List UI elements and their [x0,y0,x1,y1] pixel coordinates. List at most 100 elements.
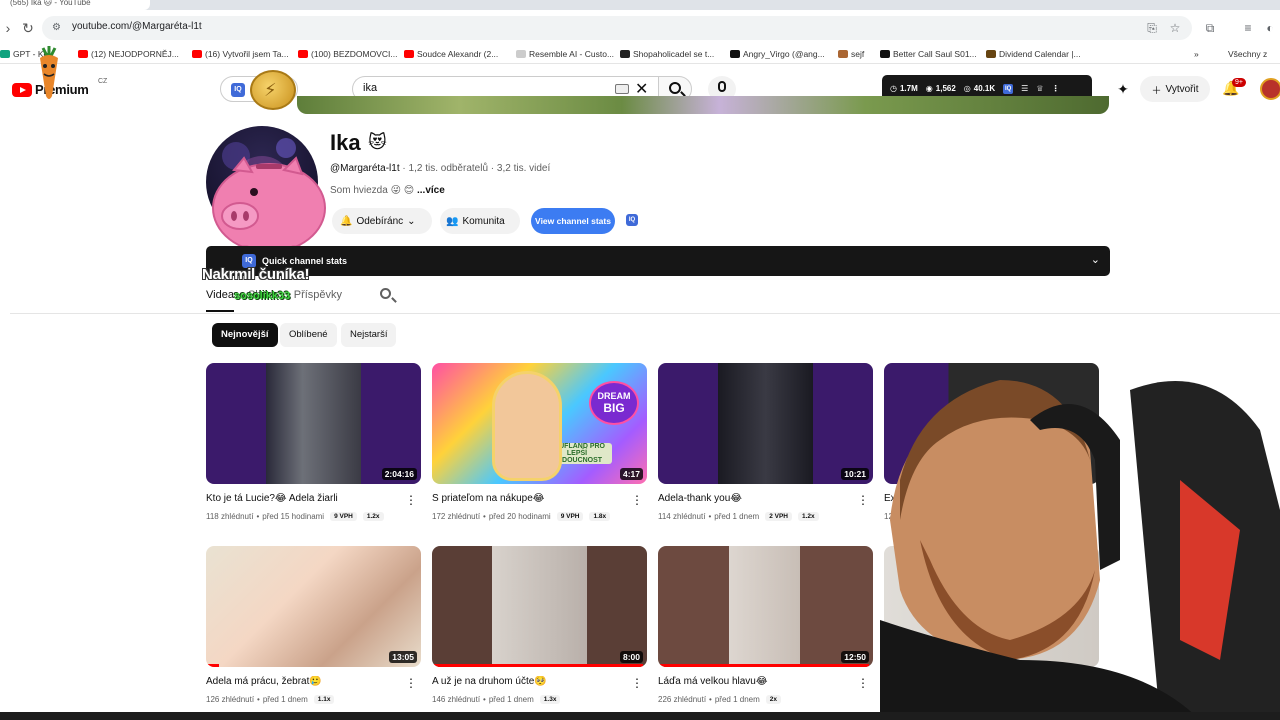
multiplier-tag: 1.2x [797,512,819,521]
meta-separator: • [483,512,486,521]
bookmark-item[interactable]: Soudce Alexandr (2... [404,49,498,59]
bookmark-label: (100) BEZDOMOVCI... [311,49,398,59]
piggy-bank-sticker-icon [212,156,326,259]
video-thumbnail[interactable]: 12:50 [658,546,873,667]
create-button[interactable]: ＋ Vytvořit [1140,76,1210,102]
more-icon[interactable]: ⋮ [1051,84,1059,93]
site-info-icon[interactable]: ⚙ [52,22,64,34]
video-duration: 2:04:16 [381,468,417,480]
coin-icon: ⚡ [250,70,296,110]
video-duration: 8:00 [619,651,643,663]
video-thumbnail[interactable]: 8:00 [432,546,647,667]
bookmark-item[interactable]: Better Call Saul S01... [880,49,977,59]
url-text[interactable]: youtube.com/@Margaréta-l1t [72,21,202,32]
search-icon [669,82,681,94]
more-options-icon[interactable]: ⋮ [631,677,643,689]
tab-videos[interactable]: Videa [206,288,234,312]
create-label: Vytvořit [1165,83,1199,95]
all-bookmarks[interactable]: Všechny z [1228,49,1267,59]
chip-popular[interactable]: Oblíbené [280,323,337,347]
video-thumbnail[interactable]: DREAM BIG KAUFLAND PRO LEPŠÍ BUDOUCNOST 4:1… [432,363,647,484]
list-icon[interactable]: ☰ [1021,84,1028,93]
channel-search-button[interactable] [380,288,394,302]
reload-icon[interactable]: ↻ [20,20,36,36]
trophy-icon[interactable]: ♕ [1036,84,1043,93]
more-options-icon[interactable]: ⋮ [405,494,417,506]
view-channel-stats-button[interactable]: View channel stats [531,208,615,234]
video-views: 146 zhlédnutí [432,695,481,704]
bookmark-label: sejf [851,49,865,59]
meta-separator: • [257,695,260,704]
multiplier-tag: 1.2x [362,512,384,521]
subscribe-button[interactable]: 🔔 Odebíránc ⌄ [332,208,432,234]
bookmark-item[interactable]: (12) NEJODPORNĚJ... [78,49,179,59]
vph-tag: 9 VPH [556,512,584,521]
more-options-icon[interactable]: ⋮ [405,677,417,689]
install-icon[interactable]: ⎘ [1144,20,1160,36]
bookmark-star-icon[interactable]: ☆ [1167,20,1183,36]
bookmark-label: Better Call Saul S01... [893,49,977,59]
bookmark-favicon-icon [192,50,202,58]
watch-progress-bar [432,664,643,667]
video-title[interactable]: Adela má prácu, žebrat🥲 [206,676,401,687]
channel-banner[interactable] [297,96,1109,114]
video-duration: 12:50 [841,651,869,663]
chip-newest[interactable]: Nejnovější [212,323,278,347]
video-duration: 10:21 [841,468,869,480]
bookmark-item[interactable]: Dividend Calendar |... [986,49,1081,59]
bookmark-item[interactable]: (100) BEZDOMOVCI... [298,49,397,59]
video-views: 172 zhlédnutí [432,512,481,521]
profile-icon[interactable]: ◐ [1262,20,1278,36]
bookmark-item[interactable]: Shopaholicadel se t... [620,49,714,59]
video-views: 118 zhlédnutí [206,512,254,521]
quick-channel-stats-bar[interactable]: IQ Quick channel stats ⌄ [206,246,1110,276]
tab-posts[interactable]: Příspěvky [294,288,342,312]
meta-separator: • [256,512,260,521]
bookmarks-overflow-icon[interactable]: » [1194,49,1199,59]
video-thumbnail[interactable]: 2:04:16 [206,363,421,484]
video-thumbnail[interactable]: 10:21 [658,363,873,484]
channel-description[interactable]: Som hviezda 😜 😊 ...více [330,185,445,196]
community-label: Komunita [462,215,505,227]
chip-oldest[interactable]: Nejstarší [341,323,397,347]
carrot-mascot-icon [40,46,58,99]
browser-tab[interactable]: (565) Ika 🐱 - YouTube [0,0,150,10]
iq-icon[interactable]: IQ [626,214,638,226]
keyboard-icon[interactable] [615,84,629,94]
bookmark-item[interactable]: sejf [838,49,864,59]
extension-puzzle-icon[interactable]: ✦ [1114,80,1132,98]
chevron-down-icon[interactable]: ⌄ [1091,253,1100,266]
forward-icon[interactable]: › [0,20,16,36]
thumb-dream-text: DREAM [597,391,631,401]
bookmark-item[interactable]: (16) Vytvořil jsem Ta... [192,49,289,59]
multiplier-tag: 1.8x [589,512,611,521]
video-title[interactable]: Kto je tá Lucie?😂 Adela žiarli [206,493,401,504]
more-link[interactable]: ...více [417,185,445,196]
community-button[interactable]: 👥 Komunita [440,208,520,234]
search-input[interactable] [363,82,603,94]
video-title[interactable]: Adela-thank you😂 [658,493,853,504]
channel-emoji: 😻 [368,132,387,152]
search-icon [380,288,391,299]
bookmark-favicon-icon [838,50,848,58]
omnibox[interactable]: ⚙ youtube.com/@Margaréta-l1t [42,16,1192,40]
video-title[interactable]: A už je na druhom účte🥺 [432,676,627,687]
reading-list-icon[interactable]: ≡ [1240,20,1256,36]
video-thumbnail[interactable]: 13:05 [206,546,421,667]
user-avatar[interactable] [1260,78,1280,100]
bookmark-favicon-icon [298,50,308,58]
bookmark-favicon-icon [986,50,996,58]
extensions-icon[interactable]: ⧉ [1202,20,1218,36]
more-options-icon[interactable]: ⋮ [857,677,869,689]
people-icon: 👥 [446,215,459,227]
more-options-icon[interactable]: ⋮ [631,494,643,506]
video-title[interactable]: Láďa má velkou hlavu😂 [658,676,853,687]
video-title[interactable]: S priateľom na nákupe😂 [432,493,627,504]
bookmark-item[interactable]: Resemble AI - Custo... [516,49,614,59]
iq-icon[interactable]: IQ [1003,83,1014,94]
bookmark-item[interactable]: Angry_Virgo (@ang... [730,49,825,59]
more-options-icon[interactable]: ⋮ [857,494,869,506]
video-views: 226 zhlédnutí [658,695,707,704]
bookmark-label: Shopaholicadel se t... [633,49,715,59]
multiplier-tag: 2x [765,695,782,704]
